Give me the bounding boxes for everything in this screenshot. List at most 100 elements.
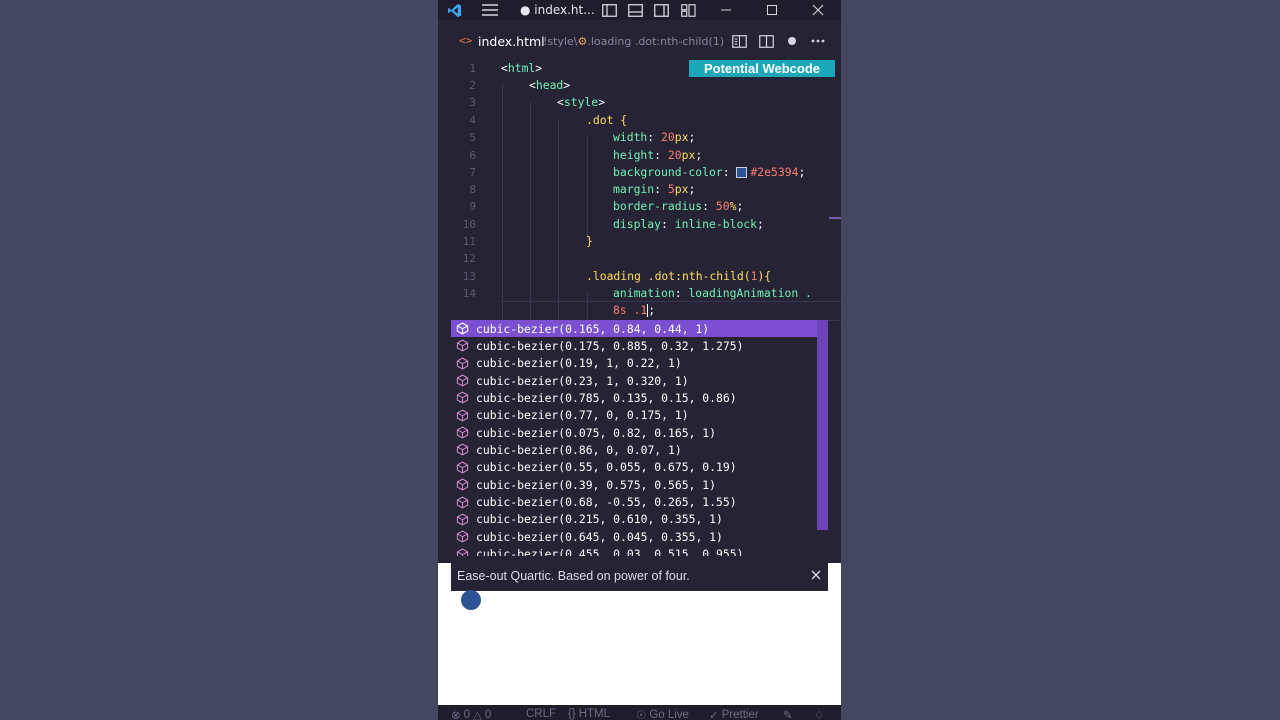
code-line-14-wrap: 8s .1;: [613, 303, 656, 317]
code-line-1: <html>: [501, 61, 543, 75]
code-line-8: margin: 5px;: [613, 182, 696, 196]
line-number: 8: [469, 183, 476, 196]
notifications-bell-icon[interactable]: ♢: [814, 708, 824, 720]
close-window-icon[interactable]: [810, 1, 826, 19]
value-cube-icon: [455, 443, 469, 457]
value-cube-icon: [455, 374, 469, 388]
value-cube-icon: [455, 339, 469, 353]
breadcrumb-style[interactable]: !style\: [543, 35, 578, 48]
suggestion-label: cubic-bezier(0.455, 0.03, 0.515, 0.955): [476, 547, 744, 556]
suggestion-details: Ease-out Quartic. Based on power of four…: [451, 563, 828, 591]
suggestion-scrollbar[interactable]: [817, 320, 828, 530]
suggestion-label: cubic-bezier(0.175, 0.885, 0.32, 1.275): [476, 338, 744, 353]
tab-index-html[interactable]: index.html: [478, 34, 545, 49]
line-number: 9: [469, 200, 476, 213]
html-file-icon: <>: [459, 34, 473, 47]
suggestion-item[interactable]: cubic-bezier(0.39, 0.575, 0.565, 1): [451, 476, 817, 493]
value-cube-icon: [455, 426, 469, 440]
value-cube-icon: [455, 391, 469, 405]
vscode-window: ● index.ht... <> index.html !style\⚙.loa…: [438, 0, 841, 720]
line-number: 11: [462, 235, 476, 248]
line-number: 6: [469, 149, 476, 162]
prettier-status[interactable]: ✓ Prettier: [709, 708, 759, 720]
suggestion-label: cubic-bezier(0.23, 1, 0.320, 1): [476, 373, 689, 388]
eol-indicator[interactable]: CRLF: [526, 708, 556, 720]
preview-dot: [461, 590, 481, 610]
open-preview-icon[interactable]: [731, 33, 747, 49]
value-cube-icon: [455, 478, 469, 492]
suggestion-label: cubic-bezier(0.55, 0.055, 0.675, 0.19): [476, 460, 737, 475]
warning-icon: △: [473, 710, 482, 720]
suggestion-item[interactable]: cubic-bezier(0.77, 0, 0.175, 1): [451, 407, 817, 424]
suggestion-item[interactable]: cubic-bezier(0.19, 1, 0.22, 1): [451, 355, 817, 372]
suggestion-item[interactable]: cubic-bezier(0.215, 0.610, 0.355, 1): [451, 511, 817, 528]
line-number: 12: [462, 252, 476, 265]
suggestion-item[interactable]: cubic-bezier(0.23, 1, 0.320, 1): [451, 372, 817, 389]
suggestion-item[interactable]: cubic-bezier(0.55, 0.055, 0.675, 0.19): [451, 459, 817, 476]
suggestion-label: cubic-bezier(0.68, -0.55, 0.265, 1.55): [476, 495, 737, 509]
line-number: 10: [462, 218, 476, 231]
double-check-icon: ✓: [709, 710, 719, 720]
unsaved-dot-icon[interactable]: [784, 33, 800, 49]
suggestion-item[interactable]: cubic-bezier(0.075, 0.82, 0.165, 1): [451, 424, 817, 441]
language-mode[interactable]: {} HTML: [568, 708, 610, 720]
watermark-badge: Potential Webcode: [689, 60, 835, 77]
warning-count: 0: [484, 709, 492, 720]
indent-guide: [502, 84, 503, 324]
line-number: 14: [462, 287, 476, 300]
suggestion-label: cubic-bezier(0.785, 0.135, 0.15, 0.86): [476, 390, 737, 405]
code-line-6: height: 20px;: [613, 148, 703, 162]
value-cube-icon: [455, 460, 469, 474]
braces-icon: {}: [568, 708, 576, 720]
color-swatch[interactable]: [736, 167, 748, 178]
minimize-icon[interactable]: [718, 1, 734, 19]
editor-tab-bar: <> index.html !style\⚙.loading .dot:nth-…: [438, 28, 841, 56]
vscode-logo-icon[interactable]: [446, 1, 462, 19]
current-line-highlight: [501, 301, 841, 321]
breadcrumb[interactable]: !style\⚙.loading .dot:nth-child(1): [543, 35, 724, 48]
preview-area: Ease-out Quartic. Based on power of four…: [438, 563, 841, 720]
suggestion-item[interactable]: cubic-bezier(0.86, 0, 0.07, 1): [451, 441, 817, 458]
toggle-sidebar-icon[interactable]: [601, 1, 617, 19]
maximize-icon[interactable]: [764, 1, 780, 19]
more-actions-icon[interactable]: [810, 33, 826, 49]
suggestion-list[interactable]: cubic-bezier(0.165, 0.84, 0.44, 1) cubic-…: [451, 320, 828, 556]
toggle-panel-icon[interactable]: [627, 1, 643, 19]
feedback-icon[interactable]: ✎: [783, 708, 793, 720]
problems-indicator[interactable]: ⊗ 0 △ 0: [451, 708, 491, 720]
suggestion-item-selected[interactable]: cubic-bezier(0.165, 0.84, 0.44, 1): [451, 320, 817, 337]
toggle-secondary-sidebar-icon[interactable]: [653, 1, 669, 19]
broadcast-icon: ☉: [636, 710, 647, 720]
value-cube-icon: [455, 356, 469, 370]
error-count: 0: [463, 709, 471, 720]
hamburger-menu-icon[interactable]: [482, 1, 498, 19]
indent-guide: [530, 102, 531, 324]
customize-layout-icon[interactable]: [680, 1, 696, 19]
code-line-11: }: [586, 234, 593, 248]
code-line-3: <style>: [557, 95, 606, 109]
suggestion-label: cubic-bezier(0.075, 0.82, 0.165, 1): [476, 425, 717, 440]
suggestion-item[interactable]: cubic-bezier(0.175, 0.885, 0.32, 1.275): [451, 337, 817, 354]
suggestion-label: cubic-bezier(0.215, 0.610, 0.355, 1): [476, 512, 723, 527]
breadcrumb-selector[interactable]: .loading .dot:nth-child(1): [587, 35, 724, 48]
go-live-button[interactable]: ☉ Go Live: [636, 708, 689, 720]
suggestion-item[interactable]: cubic-bezier(0.645, 0.045, 0.355, 1): [451, 528, 817, 545]
code-line-14: animation: loadingAnimation .: [613, 286, 812, 300]
code-line-4: .dot {: [586, 113, 628, 127]
line-number: 13: [462, 270, 476, 283]
line-number: 3: [469, 96, 476, 109]
suggestion-item[interactable]: cubic-bezier(0.455, 0.03, 0.515, 0.955): [451, 546, 817, 556]
suggestion-item[interactable]: cubic-bezier(0.785, 0.135, 0.15, 0.86): [451, 389, 817, 406]
code-line-7: background-color: #2e5394;: [613, 165, 806, 179]
suggestion-label: cubic-bezier(0.39, 0.575, 0.565, 1): [476, 477, 717, 492]
suggestion-item[interactable]: cubic-bezier(0.68, -0.55, 0.265, 1.55): [451, 494, 817, 511]
code-line-2: <head>: [529, 78, 571, 92]
suggestion-label: cubic-bezier(0.165, 0.84, 0.44, 1): [476, 321, 710, 336]
line-number: 2: [469, 79, 476, 92]
split-editor-icon[interactable]: [758, 33, 774, 49]
line-number: 7: [469, 166, 476, 179]
code-line-13: .loading .dot:nth-child(1){: [586, 269, 772, 283]
value-cube-icon: [455, 322, 469, 336]
title-bar: ● index.ht...: [438, 0, 841, 20]
close-details-icon[interactable]: [810, 569, 822, 581]
